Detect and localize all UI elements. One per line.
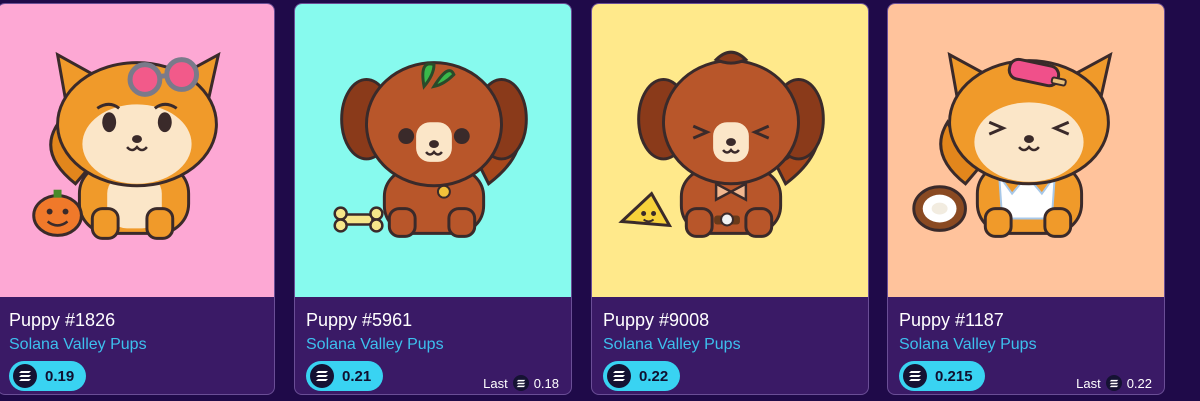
shiba-puppy-illustration <box>32 51 221 240</box>
solana-icon <box>1105 375 1122 391</box>
nft-image[interactable] <box>295 4 571 297</box>
collection-link[interactable]: Solana Valley Pups <box>899 336 1037 354</box>
last-sale-label: Last <box>483 375 508 391</box>
nft-image[interactable] <box>0 4 274 297</box>
price-value: 0.21 <box>342 367 372 385</box>
last-sale: Last 0.22 <box>1076 375 1152 391</box>
nft-card-info: Puppy #1187 Solana Valley Pups 0.215 Las… <box>888 297 1164 394</box>
nft-image[interactable] <box>888 4 1164 297</box>
nft-card-info: Puppy #9008 Solana Valley Pups 0.22 <box>592 297 868 394</box>
last-sale: Last 0.18 <box>483 375 559 391</box>
price-button[interactable]: 0.215 <box>899 361 985 391</box>
nft-card-1[interactable]: Puppy #1826 Solana Valley Pups 0.19 <box>0 3 275 395</box>
last-sale-value: 0.22 <box>1126 375 1152 391</box>
collection-link[interactable]: Solana Valley Pups <box>9 336 147 354</box>
solana-icon <box>310 364 334 388</box>
nft-title[interactable]: Puppy #5961 <box>306 310 412 331</box>
price-button[interactable]: 0.21 <box>306 361 384 391</box>
nft-card-info: Puppy #1826 Solana Valley Pups 0.19 <box>0 297 274 394</box>
collection-link[interactable]: Solana Valley Pups <box>603 336 741 354</box>
nft-card-4[interactable]: Puppy #1187 Solana Valley Pups 0.215 Las… <box>887 3 1165 395</box>
nft-card-info: Puppy #5961 Solana Valley Pups 0.21 Last… <box>295 297 571 394</box>
last-sale-value: 0.18 <box>533 375 559 391</box>
nft-image[interactable] <box>592 4 868 297</box>
nft-card-2[interactable]: Puppy #5961 Solana Valley Pups 0.21 Last… <box>294 3 572 395</box>
price-button[interactable]: 0.19 <box>9 361 87 391</box>
nft-title[interactable]: Puppy #1187 <box>899 310 1004 331</box>
last-sale-label: Last <box>1076 375 1101 391</box>
price-value: 0.19 <box>45 367 75 385</box>
shiba-puppy-illustration <box>912 51 1113 238</box>
solana-icon <box>512 375 529 391</box>
nft-card-3[interactable]: Puppy #9008 Solana Valley Pups 0.22 <box>591 3 869 395</box>
solana-icon <box>607 364 631 388</box>
price-button[interactable]: 0.22 <box>603 361 681 391</box>
solana-icon <box>13 364 37 388</box>
brown-puppy-illustration <box>618 50 825 238</box>
brown-puppy-illustration <box>333 61 528 238</box>
price-value: 0.22 <box>639 367 669 385</box>
nft-title[interactable]: Puppy #9008 <box>603 310 709 331</box>
collection-link[interactable]: Solana Valley Pups <box>306 336 444 354</box>
price-value: 0.215 <box>935 367 973 385</box>
nft-title[interactable]: Puppy #1826 <box>9 310 115 331</box>
solana-icon <box>903 364 927 388</box>
